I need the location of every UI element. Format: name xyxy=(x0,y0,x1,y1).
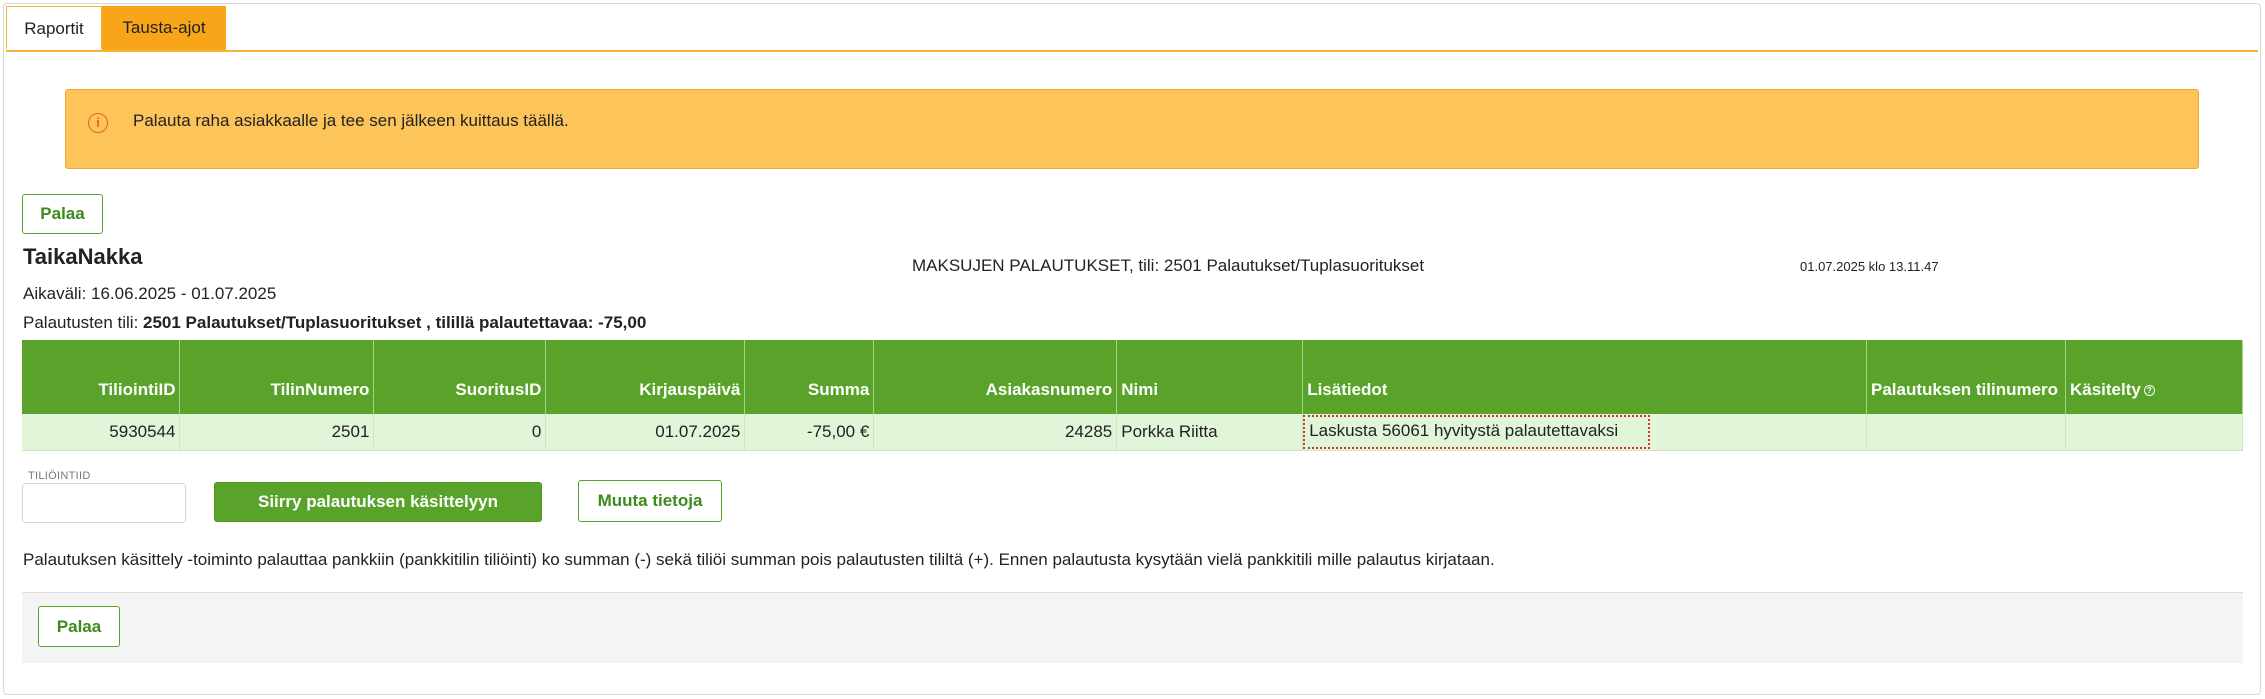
cell-suoritusid: 0 xyxy=(373,414,547,451)
tab-bar: Raportit Tausta-ajot xyxy=(6,6,2258,52)
col-tiliointiid[interactable]: TiliointiID xyxy=(22,340,181,414)
info-alert: i Palauta raha asiakkaalle ja tee sen jä… xyxy=(65,89,2199,169)
cell-lisatiedot[interactable]: Laskusta 56061 hyvitystä palautettavaksi xyxy=(1302,414,1868,451)
report-timestamp: 01.07.2025 klo 13.11.47 xyxy=(1800,259,1939,274)
edit-details-button[interactable]: Muuta tietoja xyxy=(578,480,722,522)
table-header-row: TiliointiID TilinNumero SuoritusID Kirja… xyxy=(22,340,2244,414)
company-name: TaikaNakka xyxy=(23,244,143,269)
col-summa[interactable]: Summa xyxy=(744,340,875,414)
refund-process-note: Palautuksen käsittely -toiminto palautta… xyxy=(23,550,1495,569)
col-palautuksen-tilinumero[interactable]: Palautuksen tilinumero xyxy=(1866,340,2066,414)
col-nimi[interactable]: Nimi xyxy=(1116,340,1304,414)
cell-kirjauspaiva: 01.07.2025 xyxy=(545,414,746,451)
tiliointiid-input[interactable] xyxy=(22,483,186,523)
tab-tausta-ajot[interactable]: Tausta-ajot xyxy=(102,6,226,50)
tab-raportit[interactable]: Raportit xyxy=(6,6,102,50)
col-kirjauspaiva[interactable]: Kirjauspäivä xyxy=(545,340,746,414)
col-lisatiedot[interactable]: Lisätiedot xyxy=(1302,340,1868,414)
cell-palautuksen-tilinumero xyxy=(1866,414,2066,451)
cell-summa: -75,00 € xyxy=(744,414,875,451)
footer-bar: Palaa xyxy=(22,592,2243,663)
table-row[interactable]: 5930544 2501 0 01.07.2025 -75,00 € 24285… xyxy=(22,414,2244,451)
cell-nimi: Porkka Riitta xyxy=(1116,414,1304,451)
back-button-top[interactable]: Palaa xyxy=(22,194,103,234)
cell-asiakasnumero: 24285 xyxy=(873,414,1118,451)
cell-tiliointiid: 5930544 xyxy=(22,414,181,451)
help-icon[interactable]: ? xyxy=(2143,385,2155,397)
report-period: Aikaväli: 16.06.2025 - 01.07.2025 xyxy=(23,284,277,303)
kasitelty-label: Käsitelty xyxy=(2069,380,2141,399)
cell-tilinnumero: 2501 xyxy=(179,414,375,451)
alert-text: Palauta raha asiakkaalle ja tee sen jälk… xyxy=(133,111,569,130)
col-asiakasnumero[interactable]: Asiakasnumero xyxy=(873,340,1118,414)
refund-account-value: 2501 Palautukset/Tuplasuoritukset , tili… xyxy=(143,313,647,332)
info-circle-icon: i xyxy=(88,113,108,133)
col-tilinnumero[interactable]: TilinNumero xyxy=(179,340,375,414)
refund-account-prefix: Palautusten tili: xyxy=(23,313,144,332)
report-title: MAKSUJEN PALAUTUKSET, tili: 2501 Palautu… xyxy=(912,256,1425,275)
lisatiedot-editable[interactable]: Laskusta 56061 hyvitystä palautettavaksi xyxy=(1303,414,1651,449)
tiliointiid-label: TILIÖINTIID xyxy=(28,470,91,482)
process-refund-button[interactable]: Siirry palautuksen käsittelyyn xyxy=(214,482,542,522)
back-button-bottom[interactable]: Palaa xyxy=(38,606,120,647)
cell-kasitelty xyxy=(2065,414,2244,451)
col-suoritusid[interactable]: SuoritusID xyxy=(373,340,547,414)
refunds-table: TiliointiID TilinNumero SuoritusID Kirja… xyxy=(22,340,2244,451)
col-kasitelty[interactable]: Käsitelty? xyxy=(2065,340,2244,414)
refund-account-line: Palautusten tili: 2501 Palautukset/Tupla… xyxy=(23,313,646,333)
